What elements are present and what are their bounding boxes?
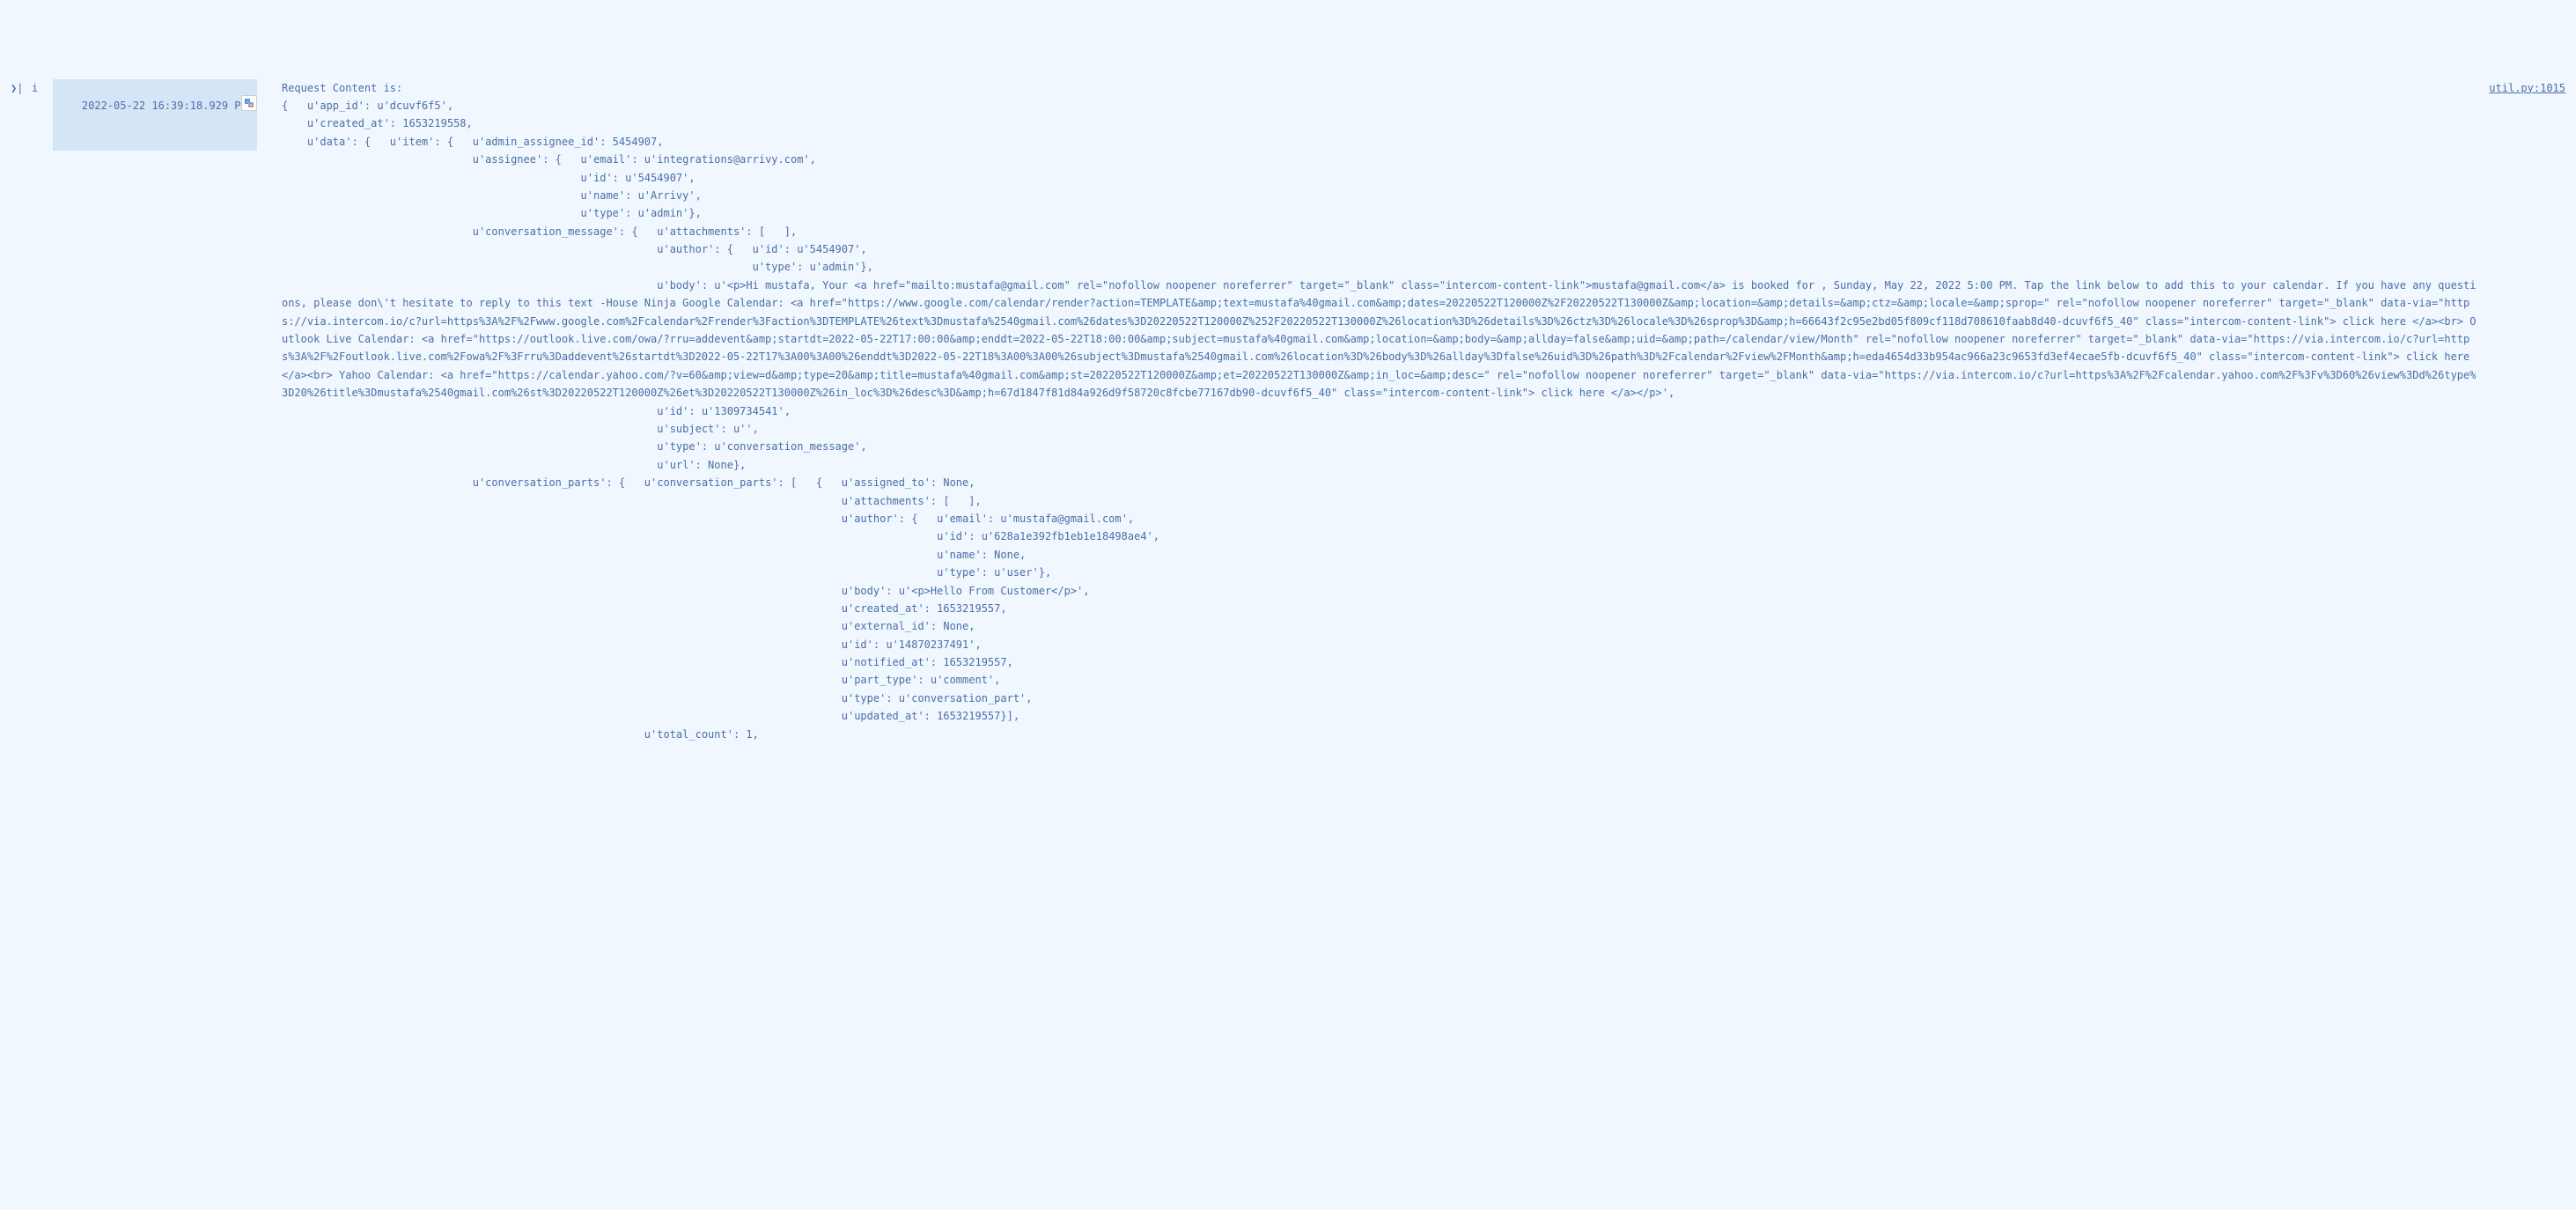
- log-source-location[interactable]: util.py:1015: [2478, 79, 2565, 97]
- translate-icon[interactable]: 文 A: [241, 95, 257, 111]
- log-entry: ❯| i 2022-05-22 16:39:18.929 PKT 文 A Req…: [11, 79, 2565, 743]
- log-level: i: [32, 79, 53, 97]
- log-content[interactable]: Request Content is: { u'app_id': u'dcuvf…: [257, 79, 2478, 743]
- svg-text:A: A: [249, 102, 252, 107]
- log-timestamp[interactable]: 2022-05-22 16:39:18.929 PKT 文 A: [53, 79, 257, 151]
- prompt-marker: ❯|: [11, 79, 32, 97]
- svg-text:文: 文: [246, 98, 249, 103]
- timestamp-text: 2022-05-22 16:39:18.929 PKT: [82, 100, 254, 112]
